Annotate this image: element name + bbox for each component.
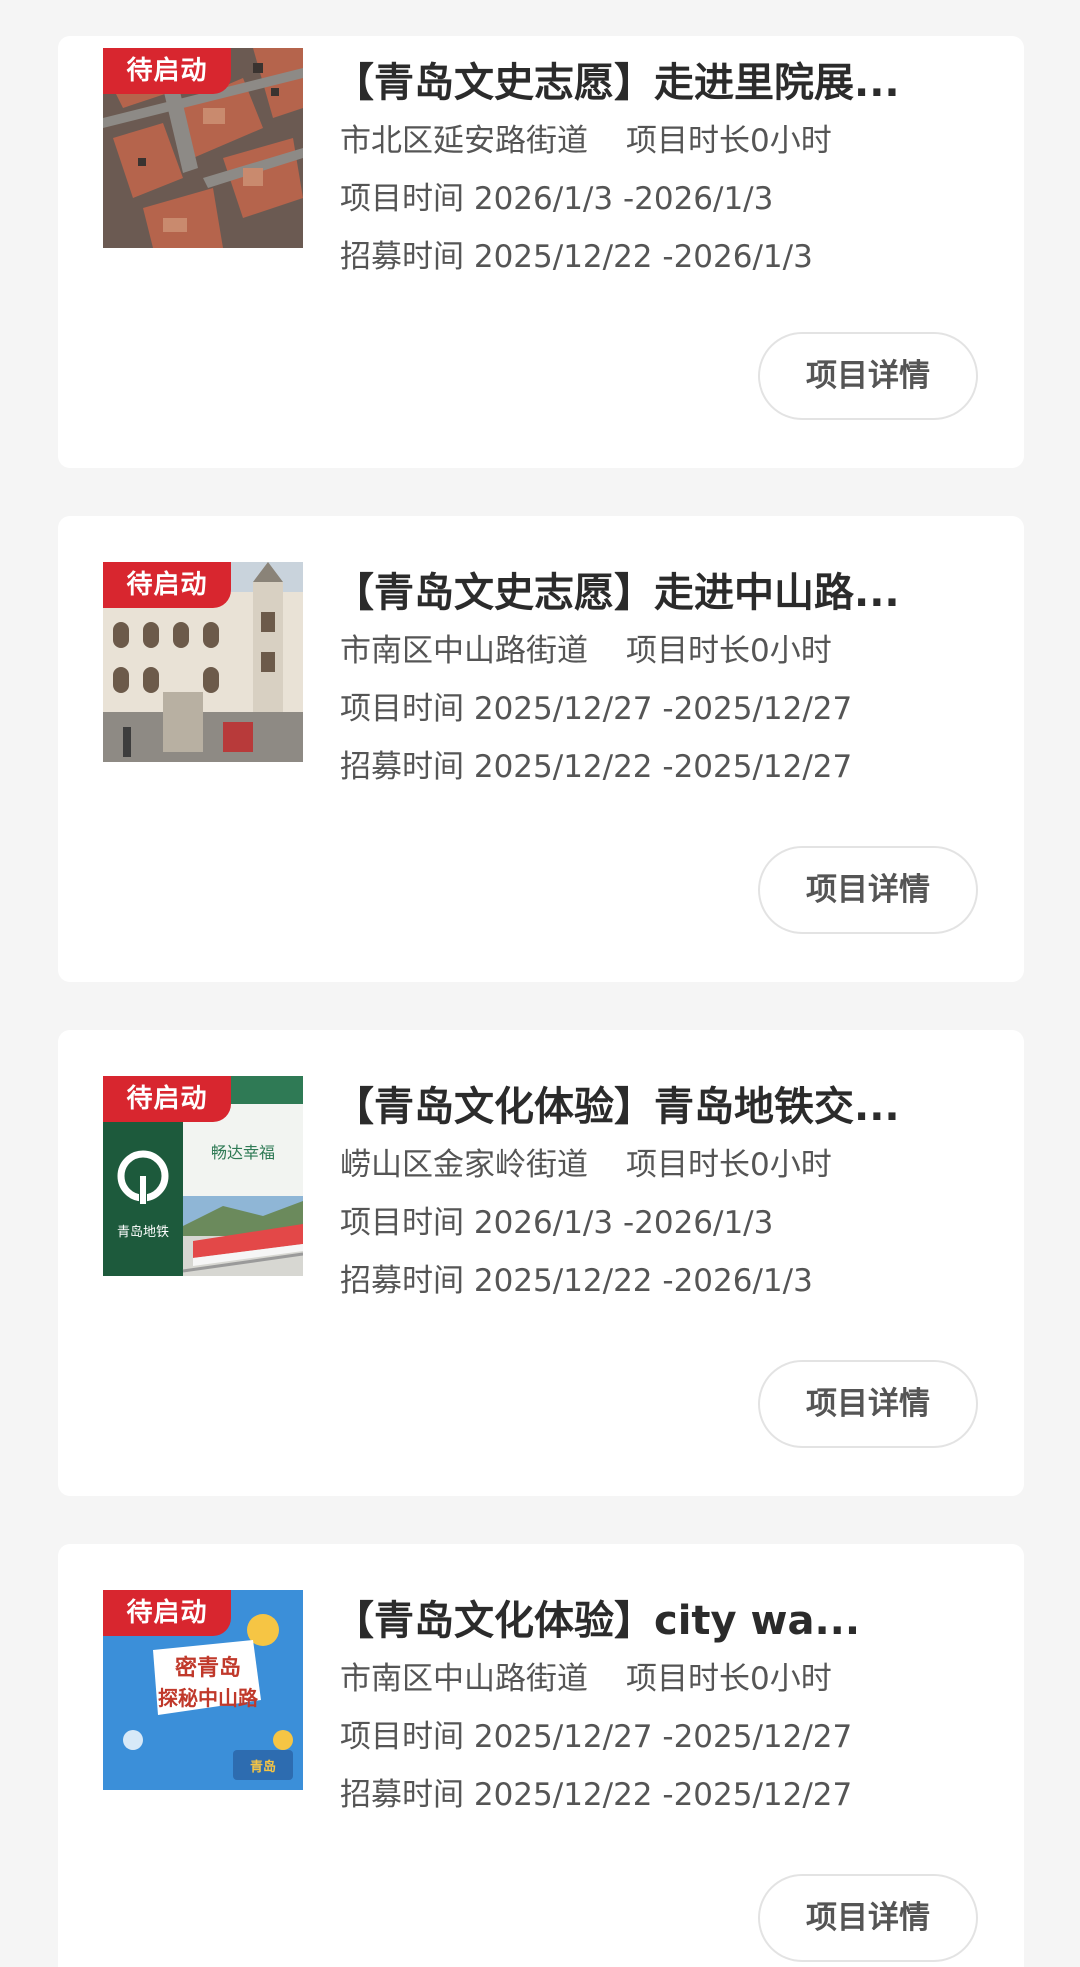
project-list: 待启动 【青岛文史志愿】走进里院展... 市北区延安路街道 项目时长0小时 项目时…: [0, 0, 1080, 1967]
recruit-time-value: 2025/12/22 -2025/12/27: [473, 1777, 853, 1813]
project-time-label: 项目时间: [340, 181, 464, 217]
project-title[interactable]: 【青岛文史志愿】走进中山路...: [334, 564, 974, 622]
district-text: 市南区中山路街道: [340, 1661, 588, 1697]
recruit-time-value: 2025/12/22 -2026/1/3: [473, 1263, 813, 1299]
recruit-time-row: 招募时间 2025/12/22 -2026/1/3: [340, 1252, 1000, 1310]
location-duration-row: 市北区延安路街道 项目时长0小时: [340, 112, 1000, 170]
project-info: 【青岛文史志愿】走进中山路... 市南区中山路街道 项目时长0小时 项目时间 20…: [334, 564, 1000, 796]
status-badge: 待启动: [103, 1590, 231, 1636]
project-title[interactable]: 【青岛文史志愿】走进里院展...: [334, 54, 974, 112]
project-title[interactable]: 【青岛文化体验】city wa...: [334, 1592, 974, 1650]
project-time-row: 项目时间 2026/1/3 -2026/1/3: [340, 1194, 1000, 1252]
recruit-time-value: 2025/12/22 -2026/1/3: [473, 239, 813, 275]
project-time-row: 项目时间 2025/12/27 -2025/12/27: [340, 680, 1000, 738]
duration-text: 项目时长0小时: [626, 1661, 832, 1697]
project-info: 【青岛文化体验】city wa... 市南区中山路街道 项目时长0小时 项目时间 …: [334, 1592, 1000, 1824]
recruit-time-label: 招募时间: [340, 239, 464, 275]
recruit-time-row: 招募时间 2025/12/22 -2025/12/27: [340, 1766, 1000, 1824]
project-detail-button[interactable]: 项目详情: [758, 332, 978, 420]
status-badge: 待启动: [103, 1076, 231, 1122]
project-info: 【青岛文史志愿】走进里院展... 市北区延安路街道 项目时长0小时 项目时间 20…: [334, 54, 1000, 286]
recruit-time-label: 招募时间: [340, 1263, 464, 1299]
project-time-label: 项目时间: [340, 1719, 464, 1755]
project-time-value: 2025/12/27 -2025/12/27: [473, 1719, 853, 1755]
project-time-row: 项目时间 2025/12/27 -2025/12/27: [340, 1708, 1000, 1766]
project-detail-button[interactable]: 项目详情: [758, 1874, 978, 1962]
project-time-value: 2026/1/3 -2026/1/3: [473, 1205, 774, 1241]
project-card[interactable]: 待启动 【青岛文史志愿】走进里院展... 市北区延安路街道 项目时长0小时 项目时…: [58, 36, 1024, 468]
recruit-time-label: 招募时间: [340, 1777, 464, 1813]
project-time-label: 项目时间: [340, 1205, 464, 1241]
project-detail-button[interactable]: 项目详情: [758, 846, 978, 934]
poster-corner: 青岛: [250, 1759, 276, 1775]
project-time-value: 2025/12/27 -2025/12/27: [473, 691, 853, 727]
location-duration-row: 崂山区金家岭街道 项目时长0小时: [340, 1136, 1000, 1194]
recruit-time-label: 招募时间: [340, 749, 464, 785]
location-duration-row: 市南区中山路街道 项目时长0小时: [340, 622, 1000, 680]
project-info: 【青岛文化体验】青岛地铁交... 崂山区金家岭街道 项目时长0小时 项目时间 20…: [334, 1078, 1000, 1310]
district-text: 市北区延安路街道: [340, 123, 588, 159]
district-text: 崂山区金家岭街道: [340, 1147, 588, 1183]
status-badge: 待启动: [103, 562, 231, 608]
poster-line1: 密青岛: [175, 1655, 241, 1681]
location-duration-row: 市南区中山路街道 项目时长0小时: [340, 1650, 1000, 1708]
project-time-label: 项目时间: [340, 691, 464, 727]
recruit-time-row: 招募时间 2025/12/22 -2025/12/27: [340, 738, 1000, 796]
metro-slogan: 畅达幸福: [211, 1143, 275, 1162]
duration-text: 项目时长0小时: [626, 633, 832, 669]
status-badge: 待启动: [103, 48, 231, 94]
project-time-value: 2026/1/3 -2026/1/3: [473, 181, 774, 217]
project-thumbnail[interactable]: 待启动: [103, 48, 303, 248]
recruit-time-row: 招募时间 2025/12/22 -2026/1/3: [340, 228, 1000, 286]
district-text: 市南区中山路街道: [340, 633, 588, 669]
poster-line2: 探秘中山路: [158, 1686, 259, 1710]
duration-text: 项目时长0小时: [626, 1147, 832, 1183]
project-detail-button[interactable]: 项目详情: [758, 1360, 978, 1448]
project-thumbnail[interactable]: 密青岛 探秘中山路 青岛 待启动: [103, 1590, 303, 1790]
project-time-row: 项目时间 2026/1/3 -2026/1/3: [340, 170, 1000, 228]
duration-text: 项目时长0小时: [626, 123, 832, 159]
project-thumbnail[interactable]: 青岛地铁 畅达幸福 待启动: [103, 1076, 303, 1276]
project-card[interactable]: 待启动 【青岛文史志愿】走进中山路... 市南区中山路街道 项目时长0小时 项目时…: [58, 516, 1024, 982]
project-card[interactable]: 密青岛 探秘中山路 青岛 待启动 【青岛文化体验】city wa... 市南区中…: [58, 1544, 1024, 1967]
metro-logo-caption: 青岛地铁: [117, 1224, 169, 1240]
project-thumbnail[interactable]: 待启动: [103, 562, 303, 762]
recruit-time-value: 2025/12/22 -2025/12/27: [473, 749, 853, 785]
project-card[interactable]: 青岛地铁 畅达幸福 待启动 【青岛文化体验】青岛地铁交... 崂山区金家岭街道项…: [58, 1030, 1024, 1496]
project-title[interactable]: 【青岛文化体验】青岛地铁交...: [334, 1078, 974, 1136]
